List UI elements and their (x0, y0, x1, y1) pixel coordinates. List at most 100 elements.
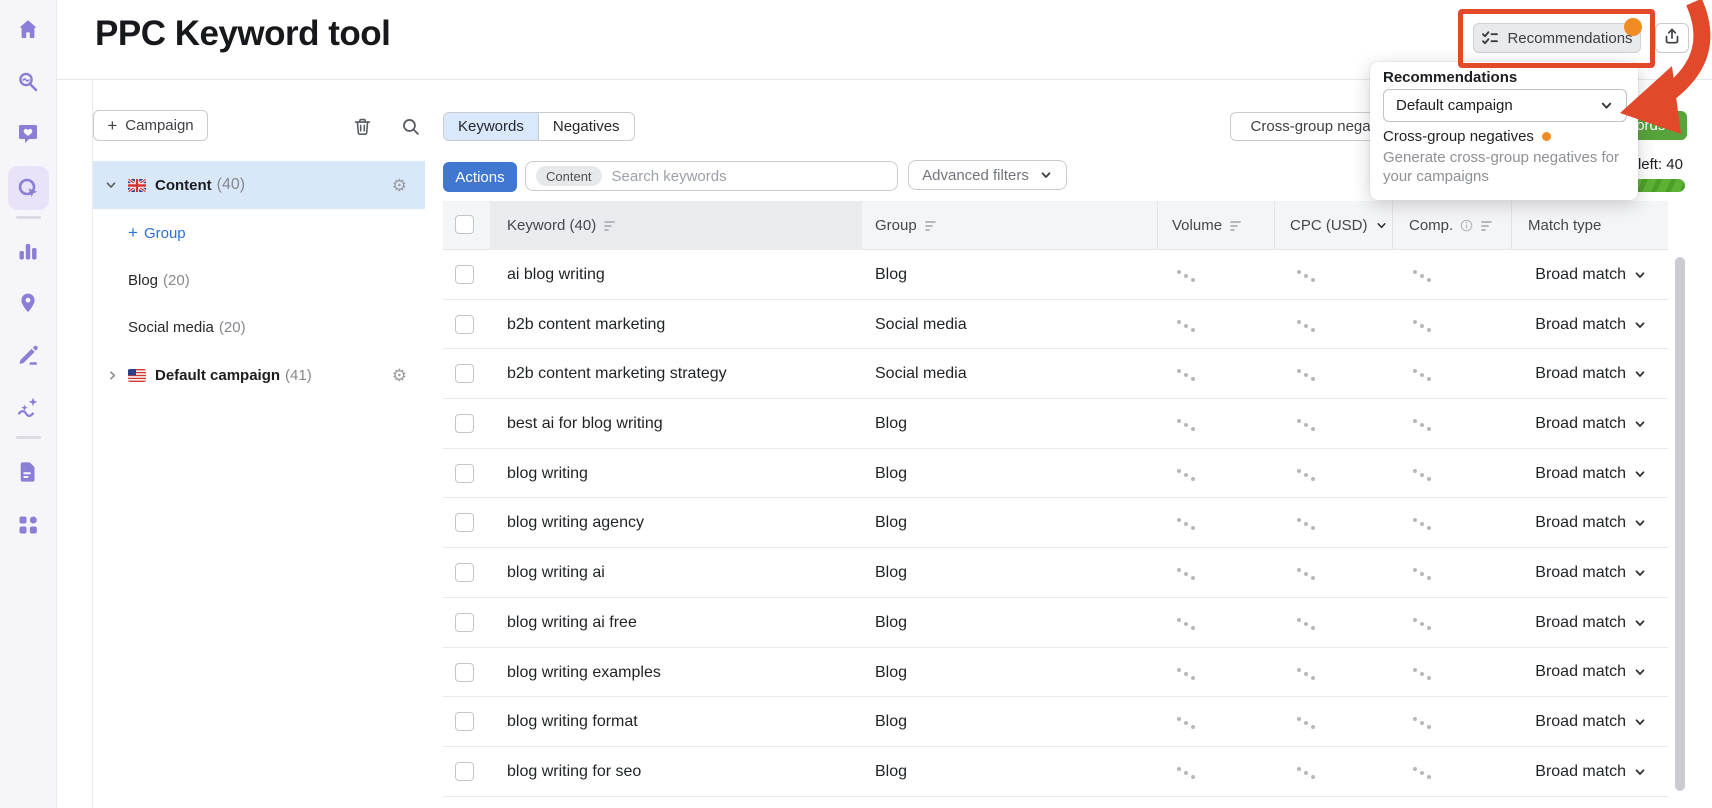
group-cell: Blog (875, 713, 908, 731)
gear-icon[interactable]: ⚙ (392, 367, 407, 384)
tree-item-social-media-group[interactable]: Social media (20) (93, 312, 425, 342)
column-header-group[interactable]: Group (875, 201, 939, 250)
select-all-checkbox[interactable] (455, 215, 474, 234)
chevron-down-icon[interactable] (104, 178, 118, 192)
match-type-value: Broad match (1535, 613, 1626, 631)
keyword-cell: blog writing format (507, 713, 638, 731)
chevron-down-icon (1633, 318, 1647, 332)
group-cell: Social media (875, 315, 967, 333)
campaign-select[interactable]: Default campaign (1383, 89, 1627, 122)
loading-dots-icon (1177, 419, 1199, 432)
match-type-select[interactable]: Broad match (1535, 747, 1647, 797)
match-type-value: Broad match (1535, 663, 1626, 681)
tab-keywords[interactable]: Keywords (444, 113, 538, 140)
tree-item-label: Content (155, 176, 212, 194)
column-header-competition[interactable]: Comp. (1409, 201, 1495, 250)
tree-item-default-campaign[interactable]: Default campaign (41) ⚙ (93, 360, 425, 390)
add-group-label: Group (143, 224, 186, 242)
add-campaign-button[interactable]: + Campaign (93, 110, 208, 141)
sidebar-item-apps-grid-icon[interactable] (13, 510, 43, 540)
row-checkbox[interactable] (455, 414, 474, 434)
search-tree-icon[interactable] (399, 115, 421, 137)
keyword-cell: best ai for blog writing (507, 415, 663, 433)
advanced-filters-button[interactable]: Advanced filters (908, 160, 1067, 190)
cross-group-negatives-menu-item[interactable]: Cross-group negatives (1383, 128, 1551, 145)
chevron-right-icon[interactable] (106, 369, 119, 382)
row-checkbox[interactable] (455, 265, 474, 284)
chevron-down-icon (1599, 98, 1614, 113)
actions-button[interactable]: Actions (443, 162, 517, 192)
sort-icon (1229, 219, 1244, 232)
uk-flag-icon (128, 178, 146, 192)
match-type-select[interactable]: Broad match (1535, 498, 1647, 548)
match-type-select[interactable]: Broad match (1535, 648, 1647, 698)
match-type-select[interactable]: Broad match (1535, 449, 1647, 499)
search-keywords-input[interactable]: Content Search keywords (525, 161, 898, 191)
row-checkbox[interactable] (455, 513, 474, 533)
group-cell: Blog (875, 514, 908, 532)
page-title: PPC Keyword tool (95, 14, 391, 53)
match-type-select[interactable]: Broad match (1535, 349, 1647, 399)
match-type-select[interactable]: Broad match (1535, 697, 1647, 747)
tree-item-content-campaign[interactable]: Content (40) ⚙ (93, 161, 425, 209)
match-type-select[interactable]: Broad match (1535, 548, 1647, 598)
gear-icon[interactable]: ⚙ (392, 177, 407, 194)
loading-dots-icon (1297, 518, 1319, 531)
delete-icon[interactable] (351, 115, 373, 137)
sidebar-item-analytics-bars-icon[interactable] (13, 236, 43, 266)
match-type-value: Broad match (1535, 713, 1626, 731)
column-header-keyword[interactable]: Keyword (40) (507, 201, 618, 250)
row-checkbox[interactable] (455, 612, 474, 632)
keyword-cell: b2b content marketing (507, 315, 666, 333)
match-type-select[interactable]: Broad match (1535, 399, 1647, 449)
table-body: ai blog writing Blog Broad match b2b conten… (443, 250, 1668, 808)
sidebar-item-trends-sparkles-icon[interactable] (13, 392, 43, 422)
row-checkbox[interactable] (455, 314, 474, 334)
recommendations-button[interactable]: Recommendations (1473, 23, 1641, 53)
match-type-select[interactable]: Broad match (1535, 300, 1647, 350)
row-checkbox[interactable] (455, 364, 474, 384)
loading-dots-icon (1413, 369, 1435, 382)
row-checkbox[interactable] (455, 563, 474, 583)
sidebar-divider (16, 216, 41, 219)
loading-dots-icon (1297, 568, 1319, 581)
add-group-button[interactable]: + Group (128, 223, 186, 243)
sidebar-item-local-pin-icon[interactable] (13, 288, 43, 318)
sidebar-item-ppc-advertising-icon[interactable] (13, 173, 43, 203)
group-cell: Blog (875, 564, 908, 582)
loading-dots-icon (1413, 468, 1435, 481)
advanced-filters-label: Advanced filters (922, 166, 1029, 184)
row-checkbox[interactable] (455, 712, 474, 732)
export-button[interactable] (1655, 23, 1689, 53)
sidebar-item-home-icon[interactable] (13, 14, 43, 44)
group-cell: Blog (875, 762, 908, 780)
chevron-down-icon (1633, 715, 1647, 729)
table-row: blog writing ai free Blog Broad match (443, 598, 1668, 648)
chevron-down-icon (1633, 467, 1647, 481)
keyword-cell: blog writing (507, 464, 588, 482)
vertical-scrollbar-thumb[interactable] (1675, 257, 1685, 791)
loading-dots-icon (1177, 717, 1199, 730)
row-checkbox[interactable] (455, 761, 474, 781)
match-type-select[interactable]: Broad match (1535, 598, 1647, 648)
loading-dots-icon (1297, 717, 1319, 730)
column-header-cpc[interactable]: CPC (USD) (1290, 201, 1388, 250)
row-checkbox[interactable] (455, 463, 474, 483)
sidebar-divider (16, 436, 41, 439)
sidebar-item-reports-document-icon[interactable] (13, 457, 43, 487)
tree-item-blog-group[interactable]: Blog (20) (93, 265, 425, 295)
row-checkbox[interactable] (455, 662, 474, 682)
group-cell: Blog (875, 266, 908, 283)
filter-chip-content[interactable]: Content (536, 166, 602, 186)
loading-dots-icon (1297, 369, 1319, 382)
sidebar-item-social-heart-icon[interactable] (13, 119, 43, 149)
match-type-select[interactable]: Broad match (1535, 250, 1647, 300)
sidebar-item-seo-research-icon[interactable] (13, 67, 43, 97)
loading-dots-icon (1177, 270, 1199, 282)
sidebar-item-content-pencil-icon[interactable] (13, 340, 43, 370)
loading-dots-icon (1413, 518, 1435, 531)
tree-item-count: (20) (163, 271, 190, 289)
loading-dots-icon (1177, 468, 1199, 481)
column-header-volume[interactable]: Volume (1172, 201, 1244, 250)
tab-negatives[interactable]: Negatives (537, 113, 634, 140)
